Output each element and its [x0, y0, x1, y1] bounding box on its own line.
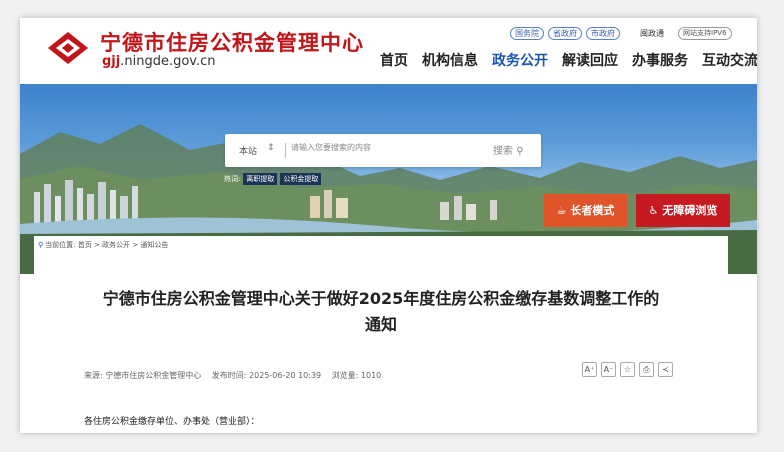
nav-gov-affairs[interactable]: 政务公开	[492, 50, 548, 70]
accessible-browse-button[interactable]: ♿ 无障碍浏览	[636, 194, 730, 227]
breadcrumb-path[interactable]: 首页 > 政务公开 > 通知公告	[78, 241, 169, 249]
scope-arrow-icon[interactable]: ⇕	[267, 143, 275, 153]
browser-frame: 宁德市住房公积金管理中心 gjj.ningde.gov.cn 国务院 省政府 市…	[20, 18, 757, 433]
font-increase-icon[interactable]: A⁺	[582, 362, 597, 377]
article-greeting: 各住房公积金缴存单位、办事处（营业部）：	[84, 417, 260, 427]
font-decrease-icon[interactable]: A⁻	[601, 362, 616, 377]
link-mintong[interactable]: 闽政通	[640, 28, 664, 39]
hot-words-label: 热词:	[224, 175, 241, 183]
gov-links: 国务院 省政府 市政府	[510, 27, 620, 40]
hot-words: 热词: 离职提取 公积金提取	[224, 173, 322, 185]
breadcrumb: ⚲ 当前位置: 首页 > 政务公开 > 通知公告	[38, 241, 169, 249]
nav-org-info[interactable]: 机构信息	[422, 50, 478, 70]
share-icon[interactable]: ≺	[658, 362, 673, 377]
favorite-icon[interactable]: ☆	[620, 362, 635, 377]
accessibility-icon: ♿	[648, 204, 659, 217]
nav-interaction[interactable]: 互动交流	[702, 50, 757, 70]
elder-icon: ☕	[556, 204, 567, 217]
article-source: 来源: 宁德市住房公积金管理中心	[84, 371, 202, 380]
hot-tag-withdraw[interactable]: 公积金提取	[280, 173, 322, 185]
nav-interpretation[interactable]: 解读回应	[562, 50, 618, 70]
ipv6-badge: 网站支持IPV6	[678, 27, 732, 40]
search-bar: 本站 ⇕ 搜索 ⚲	[225, 134, 541, 167]
article-panel: ⚲ 当前位置: 首页 > 政务公开 > 通知公告 宁德市住房公积金管理中心关于做好…	[34, 236, 728, 433]
print-icon[interactable]: ⎙	[639, 362, 654, 377]
article-views: 浏览量: 1010	[331, 371, 382, 380]
elder-mode-button[interactable]: ☕ 长者模式	[544, 194, 627, 227]
nav-home[interactable]: 首页	[380, 50, 408, 70]
site-name: 宁德市住房公积金管理中心	[100, 30, 364, 55]
nav-services[interactable]: 办事服务	[632, 50, 688, 70]
link-province[interactable]: 省政府	[548, 27, 582, 40]
article-title: 宁德市住房公积金管理中心关于做好2025年度住房公积金缴存基数调整工作的 通知	[102, 289, 660, 334]
search-scope[interactable]: 本站	[239, 144, 257, 157]
main-nav: 首页 机构信息 政务公开 解读回应 办事服务 互动交流	[380, 50, 757, 70]
logo-icon[interactable]	[46, 30, 90, 66]
location-pin-icon: ⚲	[38, 241, 44, 249]
link-state-council[interactable]: 国务院	[510, 27, 544, 40]
site-header: 宁德市住房公积金管理中心 gjj.ningde.gov.cn 国务院 省政府 市…	[20, 18, 757, 84]
hot-tag-resign[interactable]: 离职提取	[243, 173, 278, 185]
article-tools: A⁺ A⁻ ☆ ⎙ ≺	[582, 362, 673, 377]
site-domain: gjj.ningde.gov.cn	[102, 54, 216, 69]
link-city[interactable]: 市政府	[586, 27, 620, 40]
search-input[interactable]	[291, 143, 481, 152]
article-date: 发布时间: 2025-06-20 10:39	[211, 371, 322, 380]
search-divider	[285, 143, 286, 158]
article-meta: 来源: 宁德市住房公积金管理中心 发布时间: 2025-06-20 10:39 …	[84, 370, 389, 381]
search-icon: ⚲	[516, 146, 524, 157]
search-button[interactable]: 搜索 ⚲	[493, 142, 524, 157]
